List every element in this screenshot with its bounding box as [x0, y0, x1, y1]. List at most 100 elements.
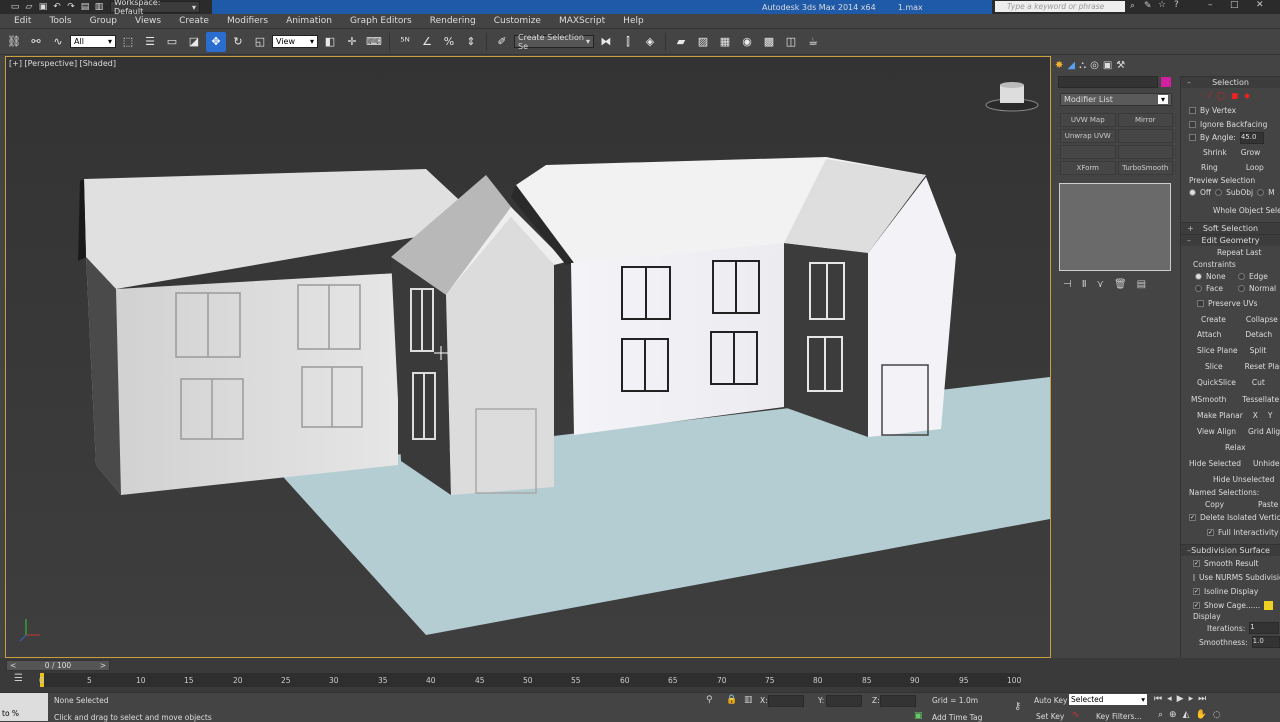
shrink-button[interactable]: Shrink	[1203, 148, 1227, 157]
create-tab-icon[interactable]: ✸	[1055, 60, 1063, 71]
select-by-name-icon[interactable]: ☰	[140, 32, 160, 52]
vertex-level-icon[interactable]: ·	[1201, 91, 1203, 100]
ignore-backfacing-row[interactable]: Ignore Backfacing	[1181, 118, 1280, 130]
border-level-icon[interactable]: ◯	[1217, 91, 1225, 100]
checkbox[interactable]: ✓	[1193, 559, 1200, 567]
radio-off[interactable]	[1189, 188, 1196, 196]
menu-maxscript[interactable]: MAXScript	[550, 16, 614, 26]
percent-snap-icon[interactable]: %	[439, 32, 459, 52]
y-coordinate-field[interactable]	[826, 695, 862, 707]
polygon-level-icon[interactable]: ■	[1231, 91, 1238, 100]
hide-unselected-button[interactable]: Hide Unselected	[1213, 475, 1274, 484]
rendered-frame-window-icon[interactable]: ◫	[781, 32, 801, 52]
element-level-icon[interactable]: ◆	[1244, 91, 1250, 100]
by-angle-row[interactable]: By Angle: 45.0	[1181, 130, 1280, 145]
grid-align-button[interactable]: Grid Align	[1248, 427, 1280, 436]
checkbox[interactable]	[1197, 299, 1204, 307]
curve-editor-icon[interactable]: ▨	[693, 32, 713, 52]
isoline-display-row[interactable]: ✓ Isoline Display	[1181, 584, 1280, 598]
select-and-move-icon[interactable]: ✥	[206, 31, 226, 52]
modifier-button[interactable]: XForm	[1060, 161, 1116, 175]
unhide-all-button[interactable]: Unhide All	[1253, 459, 1280, 468]
named-selection-dropdown[interactable]: Create Selection Se ▾	[514, 33, 594, 51]
remove-modifier-icon[interactable]: 🗑	[1114, 279, 1127, 290]
quickslice-button[interactable]: QuickSlice	[1197, 378, 1236, 387]
menu-edit[interactable]: Edit	[0, 16, 40, 26]
time-slider[interactable]: < 0 / 100 >	[6, 660, 110, 671]
absolute-mode-icon[interactable]: ▥	[744, 695, 753, 705]
orbit-icon[interactable]: ◌	[1213, 710, 1221, 720]
radio-none[interactable]	[1195, 272, 1202, 280]
new-file-icon[interactable]: ▭	[8, 2, 22, 12]
rollout-edit-geometry[interactable]: – Edit Geometry	[1181, 234, 1280, 246]
snaps-toggle-icon[interactable]: ⁵ᴺ	[395, 32, 415, 52]
time-slider-prev-icon[interactable]: <	[10, 661, 16, 670]
paste-button[interactable]: Paste	[1258, 500, 1278, 509]
slice-plane-button[interactable]: Slice Plane	[1197, 346, 1238, 355]
utilities-tab-icon[interactable]: ⚒	[1116, 60, 1125, 71]
x-coordinate-field[interactable]	[768, 695, 804, 707]
smoothness-field[interactable]: 1.0	[1251, 636, 1280, 648]
select-and-manipulate-icon[interactable]: ✛	[342, 32, 362, 52]
modifier-button[interactable]: Unwrap UVW	[1060, 129, 1116, 143]
isolate-selection-icon[interactable]: ⚲	[706, 695, 713, 705]
spinner-snap-icon[interactable]: ⇕	[461, 32, 481, 52]
hierarchy-tab-icon[interactable]: ⛬	[1079, 60, 1086, 71]
perspective-viewport[interactable]: [+] [Perspective] [Shaded]	[5, 56, 1051, 658]
graphite-toolbar-icon[interactable]: ▰	[671, 32, 691, 52]
checkbox[interactable]	[1189, 120, 1196, 128]
checkbox[interactable]: ✓	[1207, 528, 1214, 536]
full-interactivity-row[interactable]: ✓ Full Interactivity	[1181, 524, 1280, 540]
by-vertex-row[interactable]: By Vertex	[1181, 103, 1280, 118]
whole-object-select-row[interactable]: Whole Object Select	[1181, 198, 1280, 222]
radio-multi[interactable]	[1257, 188, 1265, 196]
play-icon[interactable]: ▶	[1177, 694, 1184, 704]
minimize-icon[interactable]: –	[1208, 0, 1213, 10]
show-cage-row[interactable]: ✓ Show Cage......	[1181, 598, 1280, 612]
zoom-icon[interactable]: ⌕	[1158, 710, 1163, 720]
checkbox[interactable]	[1189, 107, 1196, 114]
viewport-label[interactable]: [+] [Perspective] [Shaded]	[9, 59, 116, 68]
selection-filter-dropdown[interactable]: All ▾	[70, 35, 116, 48]
menu-customize[interactable]: Customize	[485, 16, 550, 26]
checkbox[interactable]: ✓	[1193, 587, 1200, 595]
subscription-icon[interactable]: ✎	[1144, 1, 1152, 11]
field-of-view-icon[interactable]: ◭	[1183, 710, 1190, 720]
reset-plane-button[interactable]: Reset Plane	[1245, 362, 1280, 371]
rectangular-selection-icon[interactable]: ▭	[162, 32, 182, 52]
z-coordinate-field[interactable]	[880, 695, 916, 707]
modifier-button[interactable]: TurboSmooth	[1117, 161, 1173, 175]
close-icon[interactable]: ✕	[1256, 0, 1264, 10]
next-frame-icon[interactable]: ▸	[1189, 694, 1194, 704]
motion-tab-icon[interactable]: ◎	[1090, 60, 1099, 71]
make-unique-icon[interactable]: ⋎	[1097, 279, 1104, 290]
x-button[interactable]: X	[1253, 411, 1258, 420]
ring-button[interactable]: Ring	[1201, 163, 1218, 172]
use-nurms-row[interactable]: Use NURMS Subdivision	[1181, 570, 1280, 584]
menu-create[interactable]: Create	[170, 16, 218, 26]
keyboard-shortcut-icon[interactable]: ⌨	[364, 32, 384, 52]
grow-button[interactable]: Grow	[1241, 148, 1260, 157]
edit-named-selection-icon[interactable]: ✐	[492, 32, 512, 52]
menu-modifiers[interactable]: Modifiers	[218, 16, 277, 26]
rollout-soft-selection[interactable]: + Soft Selection	[1181, 222, 1280, 234]
menu-animation[interactable]: Animation	[277, 16, 341, 26]
search-icon[interactable]: ⌕	[1130, 1, 1135, 11]
cut-button[interactable]: Cut	[1252, 378, 1265, 387]
lock-selection-icon[interactable]: 🔒	[726, 695, 737, 705]
layer-manager-icon[interactable]: ◈	[640, 32, 660, 52]
menu-graph-editors[interactable]: Graph Editors	[341, 16, 421, 26]
create-button[interactable]: Create	[1201, 315, 1226, 324]
auto-key-button[interactable]: Auto Key	[1034, 696, 1067, 705]
menu-views[interactable]: Views	[126, 16, 170, 26]
bind-space-warp-icon[interactable]: ∿	[48, 32, 68, 52]
previous-frame-icon[interactable]: ◂	[1167, 694, 1172, 704]
maximize-icon[interactable]: □	[1230, 0, 1239, 10]
link-icon[interactable]: ⛓	[4, 32, 24, 52]
save-file-icon[interactable]: ▣	[36, 2, 50, 12]
open-file-icon[interactable]: ▱	[22, 2, 36, 12]
preserve-uvs-row[interactable]: Preserve UVs	[1181, 294, 1280, 312]
cage-color-swatch[interactable]	[1264, 600, 1274, 610]
modifier-button[interactable]	[1060, 145, 1116, 159]
add-time-tag[interactable]: Add Time Tag	[932, 713, 982, 722]
